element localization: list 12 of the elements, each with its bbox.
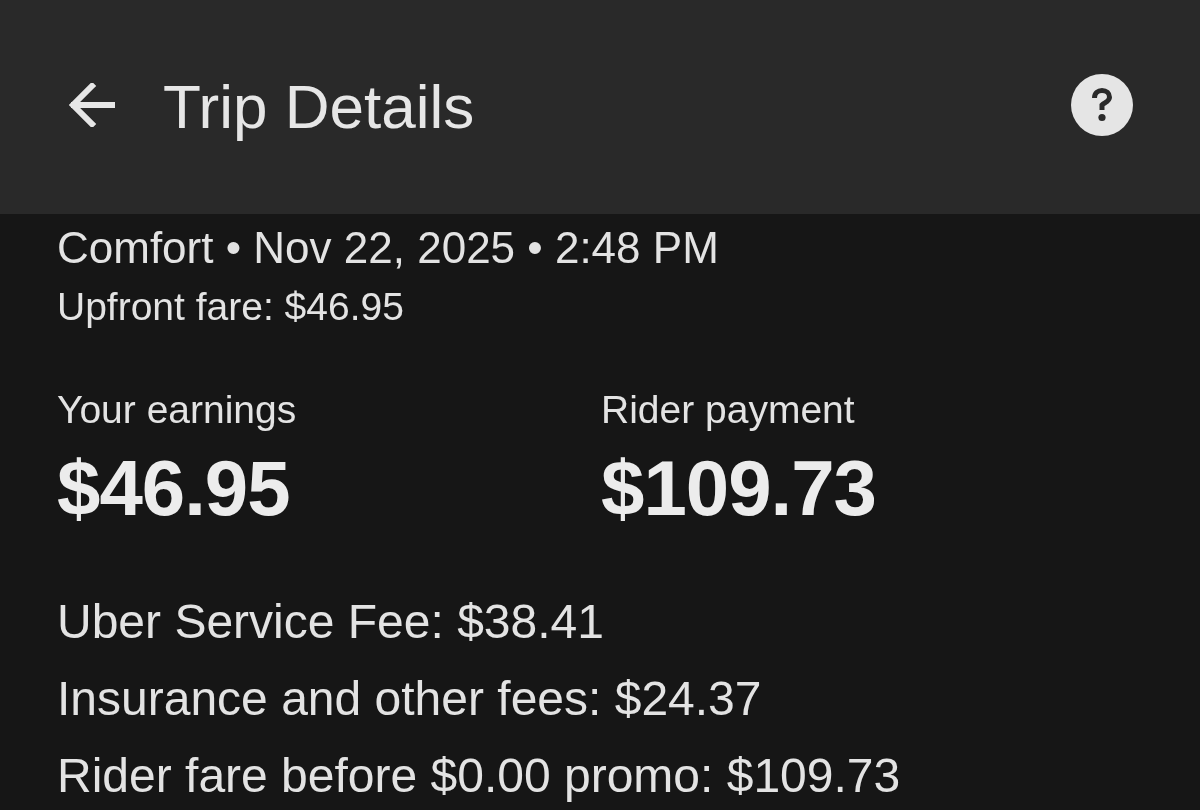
trip-summary: Comfort • Nov 22, 2025 • 2:48 PM: [57, 222, 720, 274]
page-title: Trip Details: [163, 71, 476, 143]
total-amount: $109.73: [601, 444, 877, 532]
total-label: Rider payment: [601, 387, 856, 433]
fee-line: Uber Service Fee: $38.41: [57, 594, 605, 650]
total-amount: $46.95: [57, 444, 291, 532]
fee-line: Insurance and other fees: $24.37: [57, 671, 763, 727]
back-arrow-icon[interactable]: [68, 83, 115, 127]
fee-line: Rider fare before $0.00 promo: $109.73: [57, 748, 902, 804]
total-label: Your earnings: [57, 387, 298, 433]
upfront-fare: Upfront fare: $46.95: [57, 284, 405, 330]
help-icon[interactable]: [1071, 74, 1133, 136]
